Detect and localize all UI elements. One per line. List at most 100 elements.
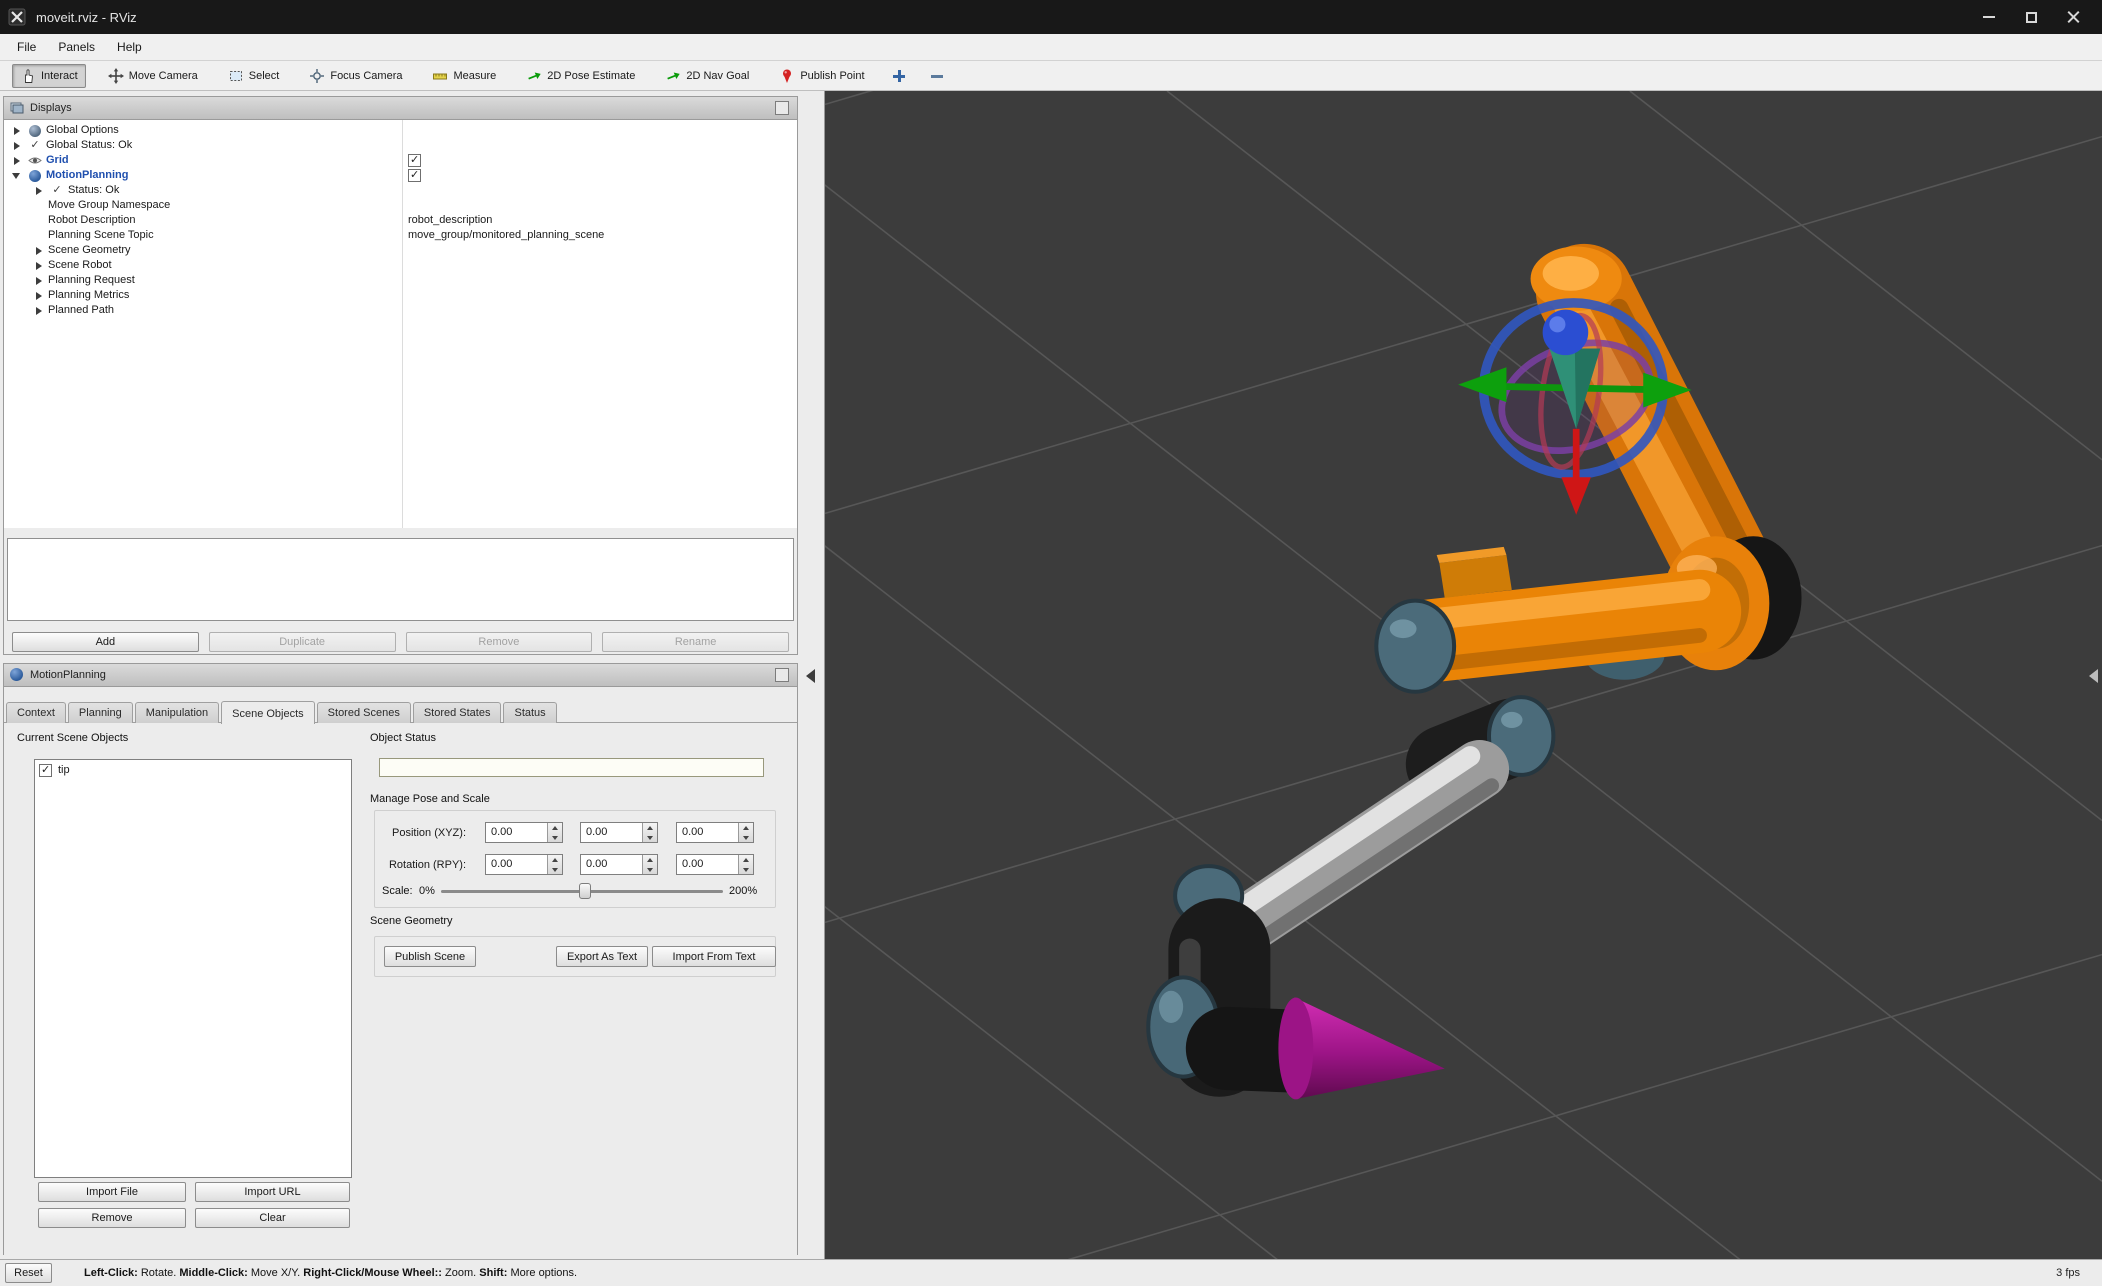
spin-down-button[interactable]: [643, 865, 657, 875]
menu-panels[interactable]: Panels: [47, 36, 106, 58]
spin-up-button[interactable]: [739, 823, 753, 833]
spin-up-button[interactable]: [548, 855, 562, 865]
spin-up-button[interactable]: [739, 855, 753, 865]
tool-measure-button[interactable]: Measure: [424, 64, 504, 88]
menubar: File Panels Help: [0, 34, 2102, 61]
expander-icon[interactable]: [12, 123, 24, 138]
robot-description-value[interactable]: robot_description: [408, 213, 492, 228]
motionplanning-enabled-checkbox[interactable]: [408, 168, 421, 183]
rename-display-button[interactable]: Rename: [602, 632, 789, 652]
remove-tool-button[interactable]: [925, 64, 949, 88]
expander-icon[interactable]: [34, 273, 46, 288]
export-as-text-button[interactable]: Export As Text: [556, 946, 648, 967]
scene-objects-list[interactable]: tip: [34, 759, 352, 1178]
tree-row-motionplanning[interactable]: MotionPlanning: [4, 168, 797, 183]
tree-row-planned-path[interactable]: Planned Path: [4, 303, 797, 318]
tool-interact-button[interactable]: Interact: [12, 63, 86, 88]
scale-max-label: 200%: [729, 885, 758, 897]
import-file-button[interactable]: Import File: [38, 1182, 186, 1202]
tree-row-move-group-namespace[interactable]: Move Group Namespace: [4, 198, 797, 213]
scene-object-item-tip[interactable]: tip: [39, 762, 347, 778]
pose-estimate-arrow-icon: [528, 71, 541, 80]
import-url-button[interactable]: Import URL: [195, 1182, 350, 1202]
add-display-button[interactable]: Add: [12, 632, 199, 652]
remove-display-button[interactable]: Remove: [405, 632, 593, 652]
spin-down-button[interactable]: [548, 865, 562, 875]
motionplanning-panel-float-button[interactable]: [775, 668, 789, 682]
position-z-spinbox[interactable]: 0.00: [676, 822, 754, 843]
expander-icon[interactable]: [34, 288, 46, 303]
tree-row-grid[interactable]: Grid: [4, 153, 797, 168]
tab-scene-objects[interactable]: Scene Objects: [221, 701, 315, 724]
plus-icon: [892, 69, 905, 82]
spin-down-button[interactable]: [739, 833, 753, 843]
tree-row-global-status[interactable]: ✓ Global Status: Ok: [4, 138, 797, 153]
reset-button[interactable]: Reset: [5, 1263, 52, 1283]
spin-up-button[interactable]: [643, 823, 657, 833]
publish-scene-button[interactable]: Publish Scene: [384, 946, 476, 967]
maximize-button[interactable]: [2010, 4, 2052, 30]
planning-scene-topic-value[interactable]: move_group/monitored_planning_scene: [408, 228, 604, 243]
menu-file[interactable]: File: [6, 36, 47, 58]
tab-context[interactable]: Context: [6, 702, 66, 723]
expander-icon[interactable]: [12, 168, 24, 183]
3d-viewport[interactable]: [824, 91, 2102, 1259]
tree-row-robot-description[interactable]: Robot Description robot_description: [4, 213, 797, 228]
tab-status[interactable]: Status: [503, 702, 557, 723]
tree-row-planning-scene-topic[interactable]: Planning Scene Topic move_group/monitore…: [4, 228, 797, 243]
spin-down-button[interactable]: [739, 865, 753, 875]
expander-icon[interactable]: [12, 138, 24, 153]
position-y-spinbox[interactable]: 0.00: [580, 822, 658, 843]
statusbar: Reset Left-Click: Rotate. Middle-Click: …: [0, 1259, 2102, 1286]
tree-row-planning-request[interactable]: Planning Request: [4, 273, 797, 288]
rotation-r-spinbox[interactable]: 0.00: [485, 854, 563, 875]
tab-planning[interactable]: Planning: [67, 702, 133, 723]
clear-objects-button[interactable]: Clear: [195, 1208, 350, 1228]
remove-object-button[interactable]: Remove: [38, 1208, 186, 1228]
tool-move-camera-button[interactable]: Move Camera: [100, 64, 206, 88]
tool-select-button[interactable]: Select: [220, 64, 288, 88]
expander-icon[interactable]: [34, 258, 46, 273]
tab-stored-scenes[interactable]: Stored Scenes: [316, 702, 411, 723]
object-status-label: Object Status: [370, 732, 437, 744]
rotation-p-spinbox[interactable]: 0.00: [580, 854, 658, 875]
add-tool-button[interactable]: [887, 64, 911, 88]
spin-up-button[interactable]: [643, 855, 657, 865]
minimize-button[interactable]: [1968, 4, 2010, 30]
panel-splitter-collapse-button[interactable]: [806, 669, 815, 683]
spin-down-button[interactable]: [643, 833, 657, 843]
import-from-text-button[interactable]: Import From Text: [652, 946, 776, 967]
right-panel-collapse-button[interactable]: [2089, 669, 2098, 683]
tab-manipulation[interactable]: Manipulation: [134, 702, 220, 723]
duplicate-display-button[interactable]: Duplicate: [208, 632, 396, 652]
tree-row-scene-geometry[interactable]: Scene Geometry: [4, 243, 797, 258]
spin-down-button[interactable]: [548, 833, 562, 843]
displays-panel-float-button[interactable]: [775, 101, 789, 115]
scale-slider-handle[interactable]: [579, 883, 591, 899]
tool-2d-pose-estimate-button[interactable]: 2D Pose Estimate: [518, 64, 643, 88]
close-button[interactable]: [2052, 4, 2094, 30]
marker-red-arrow-down: [1561, 477, 1591, 515]
status-ok-icon: ✓: [52, 184, 62, 196]
expander-icon[interactable]: [34, 183, 46, 198]
expander-icon[interactable]: [12, 153, 24, 168]
tool-publish-point-button[interactable]: Publish Point: [771, 64, 872, 88]
motionplanning-panel-header[interactable]: MotionPlanning: [4, 664, 797, 687]
tool-2d-nav-goal-button[interactable]: 2D Nav Goal: [657, 64, 757, 88]
tree-row-status-ok[interactable]: ✓ Status: Ok: [4, 183, 797, 198]
grid-enabled-checkbox[interactable]: [408, 153, 421, 168]
tool-focus-camera-button[interactable]: Focus Camera: [301, 64, 410, 88]
rotation-y-spinbox[interactable]: 0.00: [676, 854, 754, 875]
spin-up-button[interactable]: [548, 823, 562, 833]
tree-row-scene-robot[interactable]: Scene Robot: [4, 258, 797, 273]
position-x-spinbox[interactable]: 0.00: [485, 822, 563, 843]
displays-panel-header[interactable]: Displays: [4, 97, 797, 120]
expander-icon[interactable]: [34, 243, 46, 258]
tool-tip-cone: [1278, 997, 1445, 1100]
tab-stored-states[interactable]: Stored States: [412, 702, 502, 723]
tree-row-global-options[interactable]: Global Options: [4, 123, 797, 138]
expander-icon[interactable]: [34, 303, 46, 318]
tip-checkbox[interactable]: [39, 763, 52, 777]
menu-help[interactable]: Help: [106, 36, 153, 58]
tree-row-planning-metrics[interactable]: Planning Metrics: [4, 288, 797, 303]
